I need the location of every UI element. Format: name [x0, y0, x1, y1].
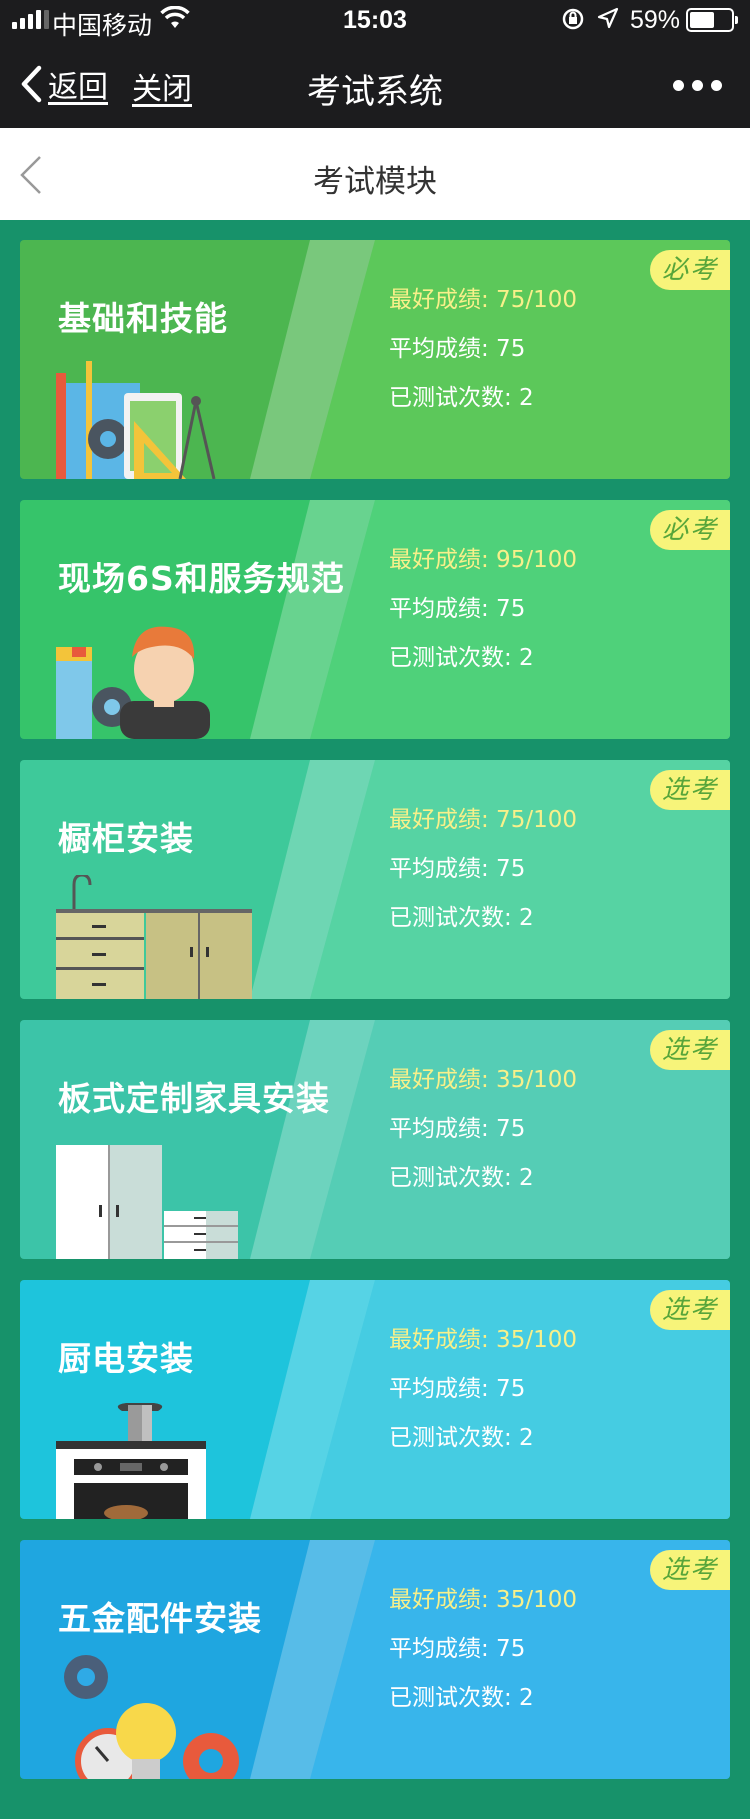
test-count: 已测试次数: 2 — [389, 645, 534, 671]
best-score: 最好成绩: 75/100 — [389, 807, 577, 833]
average-score: 平均成绩: 75 — [389, 856, 526, 882]
location-icon — [596, 6, 620, 37]
module-card[interactable]: 现场6S和服务规范 最好成绩: 95/100 平均成绩: 75 已测试次数: 2… — [20, 500, 730, 739]
average-score: 平均成绩: 75 — [389, 1636, 526, 1662]
required-badge: 必考 — [650, 250, 730, 290]
best-score: 最好成绩: 75/100 — [389, 287, 577, 313]
cabinet-illustration — [56, 875, 252, 999]
average-score: 平均成绩: 75 — [389, 336, 526, 362]
module-name: 厨电安装 — [58, 1339, 194, 1378]
module-name: 五金配件安装 — [58, 1599, 262, 1638]
module-card[interactable]: 五金配件安装 最好成绩: 35/100 平均成绩: 75 已测试次数: 2 选考 — [20, 1540, 730, 1779]
module-card[interactable]: 橱柜安装 最好成绩: 75/100 平均成绩: 75 已测试次数: 2 选考 — [20, 760, 730, 999]
test-count: 已测试次数: 2 — [389, 1165, 534, 1191]
average-score: 平均成绩: 75 — [389, 596, 526, 622]
best-score: 最好成绩: 35/100 — [389, 1587, 577, 1613]
status-bar: 中国移动 15:03 59% — [0, 0, 750, 42]
module-stats: 最好成绩: 35/100 平均成绩: 75 已测试次数: 2 — [389, 1316, 577, 1463]
module-stats: 最好成绩: 35/100 平均成绩: 75 已测试次数: 2 — [389, 1576, 577, 1723]
elective-badge: 选考 — [650, 1550, 730, 1590]
best-score: 最好成绩: 35/100 — [389, 1327, 577, 1353]
nav-bar: 返回 关闭 考试系统 — [0, 42, 750, 128]
battery-percent: 59% — [630, 6, 681, 34]
wardrobe-illustration — [56, 1145, 238, 1259]
more-menu-button[interactable] — [673, 80, 722, 91]
elective-badge: 选考 — [650, 1030, 730, 1070]
average-score: 平均成绩: 75 — [389, 1116, 526, 1142]
module-name: 橱柜安装 — [58, 819, 194, 858]
test-count: 已测试次数: 2 — [389, 905, 534, 931]
module-title: 考试模块 — [313, 164, 437, 200]
module-name: 板式定制家具安装 — [58, 1079, 330, 1118]
best-score: 最好成绩: 35/100 — [389, 1067, 577, 1093]
worker-illustration — [56, 626, 210, 739]
hardware-illustration — [64, 1655, 239, 1779]
module-header: 考试模块 — [0, 128, 750, 220]
module-stats: 最好成绩: 35/100 平均成绩: 75 已测试次数: 2 — [389, 1056, 577, 1203]
module-card[interactable]: 基础和技能 最好成绩: 75/100 平均成绩: 75 已测试次数: 2 必考 — [20, 240, 730, 479]
tools-illustration — [56, 361, 216, 479]
module-stats: 最好成绩: 95/100 平均成绩: 75 已测试次数: 2 — [389, 536, 577, 683]
battery-icon — [686, 8, 738, 32]
module-name: 基础和技能 — [58, 299, 228, 338]
test-count: 已测试次数: 2 — [389, 1685, 534, 1711]
module-card[interactable]: 板式定制家具安装 最好成绩: 35/100 平均成绩: 75 已测试次数: 2 … — [20, 1020, 730, 1259]
rotation-lock-icon — [560, 6, 586, 39]
test-count: 已测试次数: 2 — [389, 385, 534, 411]
module-list: 基础和技能 最好成绩: 75/100 平均成绩: 75 已测试次数: 2 必考 … — [20, 240, 730, 1800]
average-score: 平均成绩: 75 — [389, 1376, 526, 1402]
required-badge: 必考 — [650, 510, 730, 550]
module-stats: 最好成绩: 75/100 平均成绩: 75 已测试次数: 2 — [389, 796, 577, 943]
page-title: 考试系统 — [307, 72, 443, 112]
elective-badge: 选考 — [650, 770, 730, 810]
best-score: 最好成绩: 95/100 — [389, 547, 577, 573]
elective-badge: 选考 — [650, 1290, 730, 1330]
stove-illustration — [56, 1403, 206, 1519]
module-card[interactable]: 厨电安装 最好成绩: 35/100 平均成绩: 75 已测试次数: 2 选考 — [20, 1280, 730, 1519]
module-name: 现场6S和服务规范 — [58, 559, 345, 598]
test-count: 已测试次数: 2 — [389, 1425, 534, 1451]
module-stats: 最好成绩: 75/100 平均成绩: 75 已测试次数: 2 — [389, 276, 577, 423]
